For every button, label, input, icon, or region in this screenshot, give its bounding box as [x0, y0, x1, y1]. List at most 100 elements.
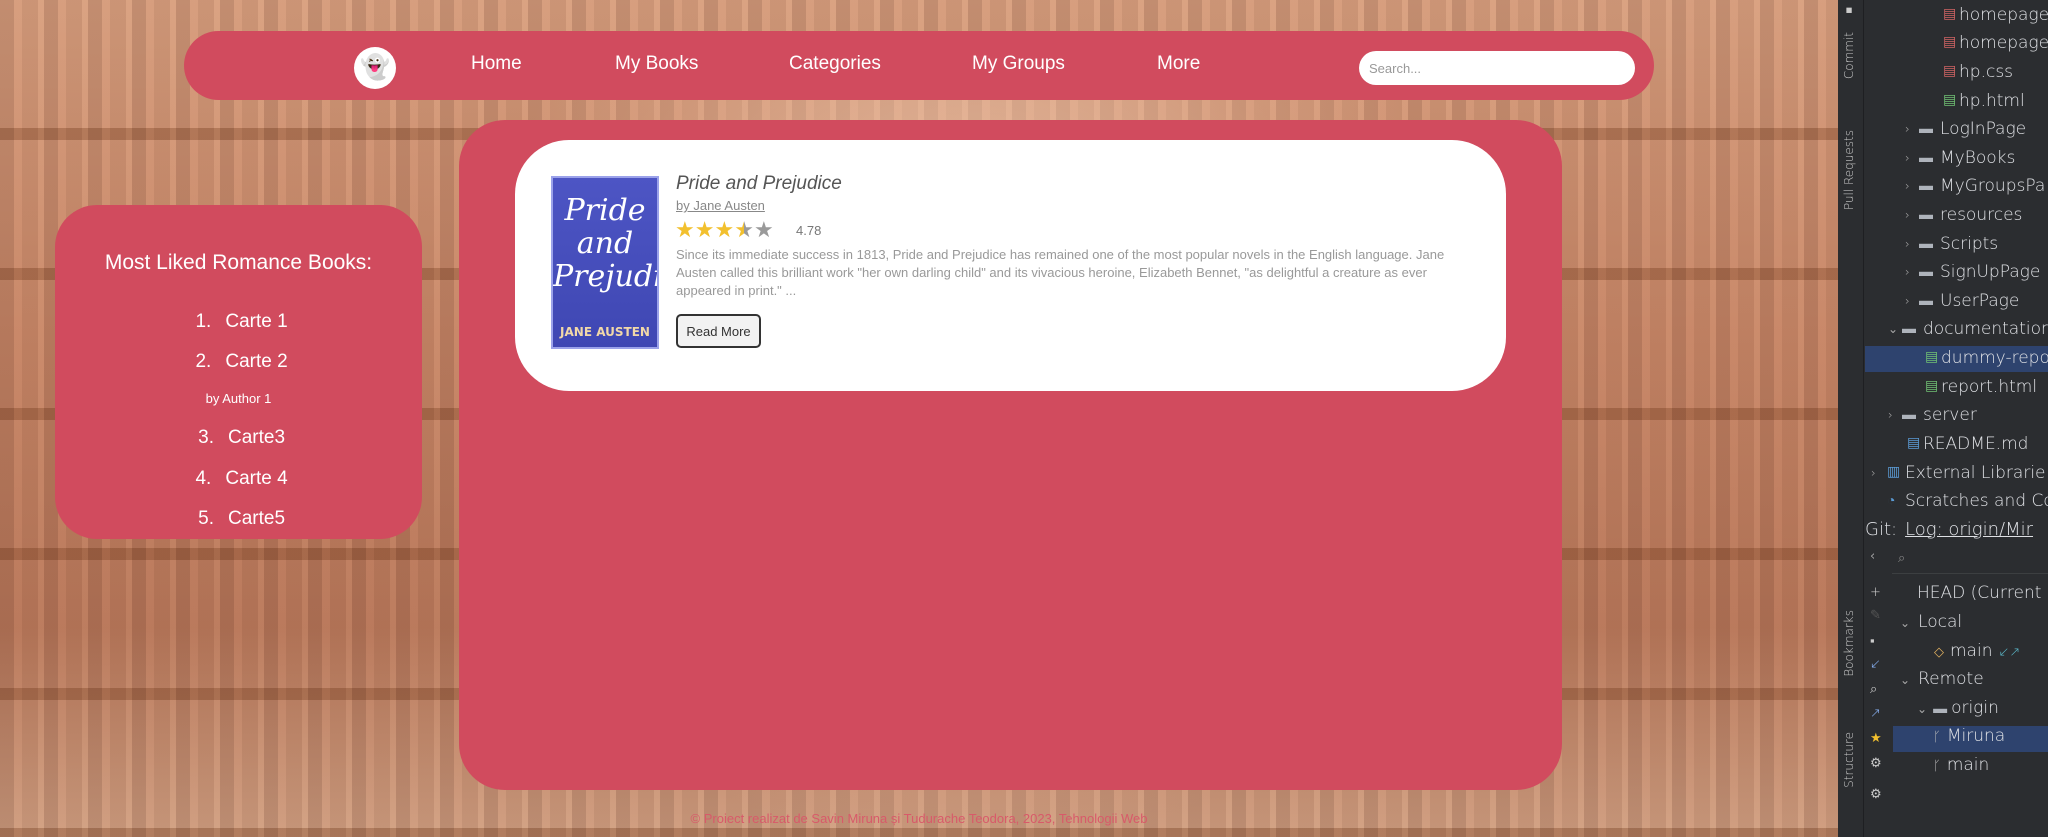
- tree-item[interactable]: › ▬ UserPage: [1865, 289, 2048, 315]
- tree-item[interactable]: › ▬ MyBooks: [1865, 146, 2048, 172]
- fetch-icon[interactable]: ↙: [1870, 657, 1881, 672]
- read-more-button[interactable]: Read More: [676, 314, 761, 348]
- edit-icon[interactable]: ✎: [1870, 608, 1881, 623]
- tab-bookmarks[interactable]: Bookmarks: [1842, 610, 1856, 677]
- tree-item[interactable]: ◔ Scratches and Co: [1865, 489, 2048, 515]
- folder-icon: ▬: [1919, 178, 1933, 194]
- tree-item[interactable]: ▤ homepage: [1865, 31, 2048, 57]
- folder-icon: ▬: [1919, 264, 1933, 280]
- list-item[interactable]: 3. Carte3: [55, 427, 422, 449]
- scratches-icon: ◔: [1887, 493, 1896, 509]
- rating-value: 4.78: [796, 223, 822, 238]
- chevron-right-icon: ›: [1905, 122, 1910, 136]
- tree-item[interactable]: ⌄ ▬ documentation: [1865, 317, 2048, 343]
- markdown-file-icon: ▤: [1907, 435, 1921, 451]
- branch-icon: ᚴ: [1933, 730, 1941, 745]
- list-item[interactable]: 5. Carte5: [55, 508, 422, 530]
- list-item[interactable]: 4. Carte 4: [55, 468, 422, 490]
- ghost-logo-icon[interactable]: 👻: [354, 47, 396, 89]
- list-item[interactable]: 1. Carte 1: [55, 311, 422, 333]
- git-node-origin[interactable]: ⌄ ▬ origin: [1917, 698, 1999, 724]
- nav-categories[interactable]: Categories: [789, 53, 881, 75]
- search-icon[interactable]: ⌕: [1870, 682, 1877, 697]
- update-icon[interactable]: ↗: [1870, 706, 1881, 721]
- list-item[interactable]: 2. Carte 2: [55, 351, 422, 373]
- list-number: 4.: [195, 468, 212, 489]
- half-star-icon: ★: [734, 217, 754, 242]
- list-label: Carte 4: [225, 468, 288, 489]
- html-file-icon: ▤: [1943, 92, 1957, 108]
- star-icon: ★: [675, 217, 695, 242]
- author-note: by Author 1: [205, 391, 272, 406]
- project-tree: ▤ homepage ▤ homepage ▤ hp.css ▤ hp.html › ▬ L…: [1865, 0, 2048, 515]
- tree-item-selected[interactable]: ▤ dummy-repo: [1865, 346, 2048, 372]
- tag-icon: ◇: [1934, 645, 1944, 660]
- folder-icon[interactable]: ■: [1842, 4, 1855, 16]
- folder-icon: ▬: [1919, 293, 1933, 309]
- main-panel: Pride and Prejudice JANE AUSTEN Pride an…: [459, 120, 1562, 790]
- folder-icon: ▬: [1919, 150, 1933, 166]
- browser-page: 👻 Home My Books Categories My Groups Mor…: [0, 0, 1838, 837]
- settings-icon[interactable]: ⚙: [1870, 756, 1882, 771]
- tab-commit[interactable]: Commit: [1842, 32, 1856, 79]
- nav-more[interactable]: More: [1157, 53, 1200, 75]
- folder-icon: ▬: [1919, 121, 1933, 137]
- delete-icon[interactable]: ▪: [1870, 633, 1875, 649]
- list-label: Carte5: [227, 508, 286, 529]
- sidebar-title: Most Liked Romance Books:: [104, 251, 373, 274]
- tree-item[interactable]: › ▥ External Librarie: [1865, 461, 2048, 487]
- tree-item[interactable]: › ▬ server: [1865, 403, 2048, 429]
- star-icon: ★: [714, 217, 735, 242]
- tree-item[interactable]: ▤ homepage: [1865, 3, 2048, 29]
- star-icon: ★: [694, 217, 715, 242]
- git-label: Git:: [1865, 519, 1898, 540]
- chevron-down-icon: ⌄: [1888, 322, 1899, 336]
- chevron-right-icon: ›: [1905, 208, 1910, 222]
- html-file-icon: ▤: [1943, 34, 1957, 50]
- tree-item[interactable]: ▤ report.html: [1865, 375, 2048, 401]
- tree-item[interactable]: ▤ hp.html: [1865, 89, 2048, 115]
- add-icon[interactable]: +: [1870, 585, 1881, 600]
- git-search-field[interactable]: ⌕: [1892, 548, 2048, 574]
- chevron-down-icon: ⌄: [1917, 702, 1928, 716]
- collapse-icon[interactable]: ‹: [1870, 549, 1875, 564]
- list-number: 1.: [195, 311, 212, 332]
- git-branch-main-local[interactable]: ◇ main ↙↗: [1934, 641, 2020, 667]
- book-author-link[interactable]: by Jane Austen: [676, 198, 765, 213]
- library-icon: ▥: [1887, 464, 1901, 480]
- search-input[interactable]: [1359, 51, 1635, 85]
- tab-structure[interactable]: Structure: [1842, 732, 1856, 788]
- tree-item[interactable]: ▤ hp.css: [1865, 60, 2048, 86]
- book-cover-image[interactable]: Pride and Prejudice JANE AUSTEN: [551, 176, 659, 349]
- list-label: Carte 2: [225, 351, 288, 372]
- git-node-remote[interactable]: ⌄ Remote: [1900, 669, 1984, 695]
- list-number: 5.: [198, 508, 214, 529]
- folder-icon: ▬: [1902, 407, 1916, 423]
- git-branch-miruna[interactable]: ᚴ Miruna: [1893, 726, 2048, 752]
- tree-item[interactable]: ▤ README.md: [1865, 432, 2048, 458]
- git-log-tab[interactable]: Log: origin/Mir: [1905, 519, 2033, 540]
- cover-title: Pride and Prejudice: [553, 193, 657, 294]
- tree-item[interactable]: › ▬ LogInPage: [1865, 117, 2048, 143]
- book-card: Pride and Prejudice JANE AUSTEN Pride an…: [515, 140, 1506, 391]
- nav-my-groups[interactable]: My Groups: [972, 53, 1065, 75]
- git-node-local[interactable]: ⌄ Local: [1900, 612, 1962, 638]
- nav-home[interactable]: Home: [471, 53, 522, 75]
- folder-icon: ▬: [1919, 207, 1933, 223]
- gear-icon[interactable]: ⚙: [1870, 787, 1882, 802]
- tree-item[interactable]: › ▬ Scripts: [1865, 232, 2048, 258]
- footer-credit: © Proiect realizat de Savin Miruna și Tu…: [690, 811, 1148, 826]
- tree-item[interactable]: › ▬ SignUpPage: [1865, 260, 2048, 286]
- tab-pull-requests[interactable]: Pull Requests: [1842, 130, 1856, 210]
- tree-item[interactable]: › ▬ MyGroupsPa: [1865, 174, 2048, 200]
- git-branch-main-remote[interactable]: ᚴ main: [1933, 755, 1989, 781]
- folder-icon: ▬: [1902, 321, 1916, 337]
- tree-item[interactable]: › ▬ resources: [1865, 203, 2048, 229]
- folder-icon: ▬: [1933, 701, 1948, 717]
- book-description: Since its immediate success in 1813, Pri…: [676, 247, 1445, 298]
- git-branch-head[interactable]: HEAD (Current: [1917, 583, 2041, 609]
- chevron-down-icon: ⌄: [1900, 616, 1911, 630]
- star-icon[interactable]: ★: [1870, 731, 1882, 746]
- nav-my-books[interactable]: My Books: [615, 53, 698, 75]
- chevron-down-icon: ⌄: [1900, 673, 1911, 687]
